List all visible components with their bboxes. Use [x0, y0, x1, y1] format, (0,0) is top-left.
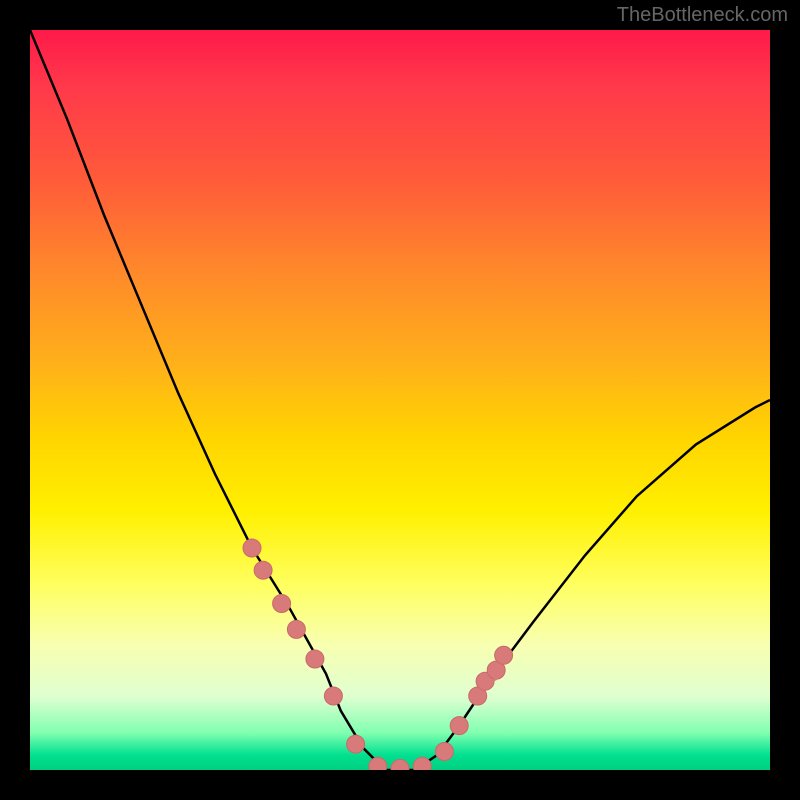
highlight-dot: [495, 646, 513, 664]
highlight-dot: [273, 595, 291, 613]
highlight-dot: [369, 757, 387, 770]
watermark-text: TheBottleneck.com: [617, 4, 788, 27]
highlight-dot: [324, 687, 342, 705]
chart-plot-area: [30, 30, 770, 770]
highlight-dot: [254, 561, 272, 579]
highlight-dot: [391, 760, 409, 771]
highlight-dot: [450, 717, 468, 735]
highlight-dot: [287, 620, 305, 638]
highlight-dot: [413, 757, 431, 770]
highlight-dot: [435, 743, 453, 761]
highlight-dots-group: [243, 539, 513, 770]
highlight-dot: [347, 735, 365, 753]
highlight-dot: [243, 539, 261, 557]
bottleneck-curve: [30, 30, 770, 770]
highlight-dot: [306, 650, 324, 668]
bottleneck-chart-svg: [30, 30, 770, 770]
